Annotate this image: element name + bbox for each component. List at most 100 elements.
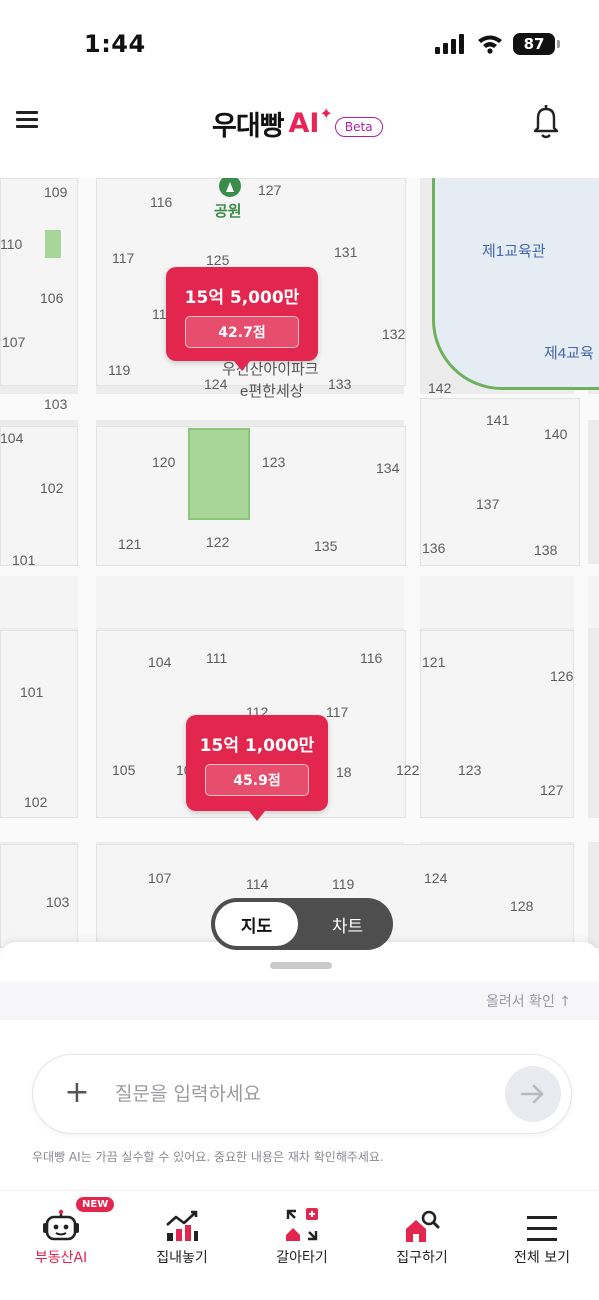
new-badge: NEW <box>76 1197 115 1212</box>
signal-icon <box>435 34 464 54</box>
building-number: 105 <box>112 762 136 778</box>
building-number: 119 <box>332 876 355 892</box>
arrow-right-icon <box>520 1084 544 1104</box>
question-input[interactable] <box>115 1077 485 1111</box>
map-block <box>0 178 78 386</box>
nav-label: 전체 보기 <box>514 1250 570 1266</box>
building-number: 117 <box>326 704 349 720</box>
building-number: 120 <box>152 454 176 470</box>
wifi-icon <box>478 35 502 54</box>
sparkle-icon: ✦ <box>319 104 333 123</box>
building-number: 135 <box>314 538 338 554</box>
building-number: 103 <box>44 396 68 412</box>
toggle-map-button[interactable]: 지도 <box>215 902 298 946</box>
building-number: 134 <box>376 460 400 476</box>
complex-name-label: e편한세상 <box>240 383 304 400</box>
app-header: 우대빵 AI ✦ Beta <box>0 92 599 180</box>
building-number: 104 <box>0 430 24 446</box>
sheet-drag-handle[interactable] <box>270 962 332 969</box>
marker-score: 45.9점 <box>205 764 309 796</box>
building-number: 121 <box>422 654 446 670</box>
building-number: 124 <box>424 870 448 886</box>
building-number: 128 <box>510 898 534 914</box>
park-label: 공원 <box>214 203 242 220</box>
bottom-navigation: NEW 부동산AI 집내놓기 갈아타기 집구하기 전체 보기 <box>0 1190 599 1300</box>
building-number: 123 <box>262 454 286 470</box>
nav-item-list-house[interactable]: 집내놓기 <box>127 1203 237 1267</box>
house-swap-icon <box>286 1208 318 1241</box>
menu-icon-line <box>16 125 38 128</box>
toggle-chart-button[interactable]: 차트 <box>306 902 389 946</box>
building-number: 116 <box>150 194 173 210</box>
price-marker[interactable]: 15억 1,000만 45.9점 <box>186 715 328 821</box>
park-icon <box>219 178 241 197</box>
building-number: 122 <box>396 762 420 778</box>
sheet-scroll-bar: 올려서 확인 ↑ <box>0 982 599 1020</box>
status-time: 1:44 <box>84 30 146 58</box>
building-number: 103 <box>46 894 70 910</box>
building-number: 126 <box>550 668 574 684</box>
building-number: 141 <box>486 412 510 428</box>
building-number: 111 <box>206 650 228 666</box>
building-number: 142 <box>428 380 452 396</box>
nav-label: 갈아타기 <box>276 1250 328 1266</box>
building-number: 123 <box>458 762 482 778</box>
nav-label: 부동산AI <box>34 1250 88 1266</box>
building-number: 116 <box>360 650 383 666</box>
building-number: 102 <box>24 794 48 810</box>
hamburger-menu-button[interactable] <box>16 108 42 134</box>
road <box>404 178 420 948</box>
building-number: 110 <box>0 236 23 252</box>
chat-bottom-sheet: 올려서 확인 ↑ + 우대빵 AI는 가끔 실수할 수 있어요. 중요한 내용은… <box>0 942 599 1190</box>
house-chart-icon <box>166 1210 198 1241</box>
building-number: 11 <box>152 306 167 322</box>
logo-text: 우대빵 <box>212 111 285 142</box>
nav-item-switch-house[interactable]: 갈아타기 <box>247 1203 357 1267</box>
building-number: 131 <box>334 244 358 260</box>
building-number: 101 <box>12 552 36 568</box>
building-number: 107 <box>148 870 172 886</box>
nav-item-view-all[interactable]: 전체 보기 <box>487 1203 597 1267</box>
school-label-1: 제1교육관 <box>482 243 546 260</box>
map-block <box>96 426 406 566</box>
building-number: 132 <box>382 326 406 342</box>
sports-field <box>188 428 250 520</box>
building-number: 106 <box>40 290 64 306</box>
school-label-4: 제4교육 <box>544 345 594 362</box>
map-view[interactable]: 공원 제1교육관 제4교육 우신산아이파크 e편한세상 109 116 127 … <box>0 178 599 948</box>
building-number: 127 <box>258 182 282 198</box>
building-number: 107 <box>2 334 26 350</box>
beta-badge: Beta <box>334 116 383 137</box>
building-number: 136 <box>422 540 446 556</box>
building-number: 102 <box>40 480 64 496</box>
building-number: 125 <box>206 252 230 268</box>
robot-icon <box>43 1209 79 1241</box>
nav-label: 집구하기 <box>396 1250 448 1266</box>
app-logo[interactable]: 우대빵 AI ✦ Beta <box>212 104 383 143</box>
marker-score: 42.7점 <box>185 316 299 348</box>
battery-indicator: 87 <box>513 33 560 55</box>
price-marker[interactable]: 15억 5,000만 42.7점 <box>166 267 318 371</box>
building-number: 114 <box>246 876 269 892</box>
map-block <box>0 630 78 818</box>
scroll-up-hint[interactable]: 올려서 확인 ↑ <box>486 991 571 1011</box>
building-number: 127 <box>540 782 564 798</box>
send-button[interactable] <box>505 1066 561 1122</box>
building-number: 122 <box>206 534 230 550</box>
nav-label: 집내놓기 <box>156 1250 208 1266</box>
notification-bell-button[interactable] <box>528 102 564 142</box>
nav-item-real-estate-ai[interactable]: NEW 부동산AI <box>6 1197 116 1267</box>
status-bar: 1:44 87 <box>0 0 599 92</box>
building-number: 140 <box>544 426 568 442</box>
menu-icon <box>527 1216 557 1241</box>
building-number: 121 <box>118 536 142 552</box>
marker-price: 15억 5,000만 <box>184 288 300 308</box>
building-number: 124 <box>204 376 228 392</box>
map-block <box>0 426 78 566</box>
building-number: 138 <box>534 542 558 558</box>
building-number: 18 <box>336 764 352 780</box>
logo-ai-text: AI <box>288 108 320 139</box>
building-number: 119 <box>108 362 131 378</box>
attach-plus-button[interactable]: + <box>59 1075 95 1111</box>
nav-item-find-house[interactable]: 집구하기 <box>367 1203 477 1267</box>
